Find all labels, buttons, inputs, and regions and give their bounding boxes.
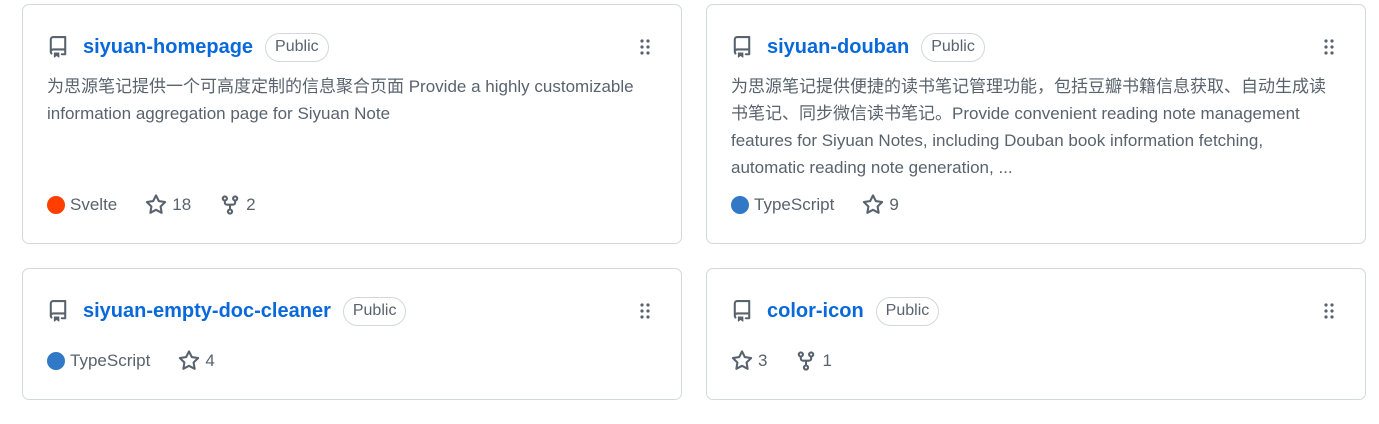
repo-icon [47,36,69,58]
repo-meta: 3 1 [731,350,860,372]
repo-icon [47,300,69,322]
repo-description: 为思源笔记提供便捷的读书笔记管理功能，包括豆瓣书籍信息获取、自动生成读书笔记、同… [731,77,1326,177]
forks-link[interactable]: 2 [219,194,256,216]
repo-description: 为思源笔记提供一个可高度定制的信息聚合页面 Provide a highly c… [47,77,634,123]
grabber-icon[interactable] [1323,38,1335,56]
repo-name-link[interactable]: siyuan-homepage [83,36,253,59]
star-icon [862,194,884,216]
visibility-badge: Public [875,296,940,326]
language-label: TypeScript [754,195,835,214]
repo-language: TypeScript [47,351,150,371]
repo-icon [731,300,753,322]
language-color-dot [731,196,749,214]
pinned-repo-card: siyuan-douban Public 为思源笔记提供便捷的读书笔记管理功能，… [706,4,1366,244]
repo-card-header: siyuan-homepage Public [47,32,329,62]
stargazers-link[interactable]: 4 [178,350,215,372]
pinned-repo-card: color-icon Public 3 1 [706,268,1366,400]
repo-meta: Svelte 18 2 [47,194,284,216]
star-count: 3 [758,351,768,370]
repo-card-header: color-icon Public [731,296,940,326]
star-icon [145,194,167,216]
repo-card-header: siyuan-empty-doc-cleaner Public [47,296,407,326]
fork-icon [795,350,817,372]
grabber-icon[interactable] [1323,302,1335,320]
repo-language: TypeScript [731,195,834,215]
star-count: 4 [205,351,215,370]
visibility-badge: Public [921,32,985,62]
visibility-badge: Public [265,32,329,62]
repo-icon [731,36,753,58]
repo-name-link[interactable]: siyuan-empty-doc-cleaner [83,300,331,323]
star-icon [731,350,753,372]
repo-meta: TypeScript 4 [47,350,243,372]
visibility-badge: Public [342,296,407,326]
fork-count: 2 [246,195,256,214]
repo-name-link[interactable]: siyuan-douban [767,36,909,59]
star-count: 18 [172,195,192,214]
language-label: Svelte [70,195,118,214]
forks-link[interactable]: 1 [795,350,832,372]
stargazers-link[interactable]: 18 [145,194,191,216]
star-icon [178,350,200,372]
fork-count: 1 [822,351,832,370]
stargazers-link[interactable]: 3 [731,350,767,372]
pinned-repo-card: siyuan-homepage Public 为思源笔记提供一个可高度定制的信息… [22,4,682,244]
repo-language: Svelte [47,195,117,215]
language-color-dot [47,352,65,370]
language-color-dot [47,196,65,214]
stargazers-link[interactable]: 9 [862,194,899,216]
fork-icon [219,194,241,216]
repo-card-header: siyuan-douban Public [731,32,985,62]
pinned-repo-card: siyuan-empty-doc-cleaner Public TypeScri… [22,268,682,400]
grabber-icon[interactable] [639,38,651,56]
star-count: 9 [889,195,899,214]
language-label: TypeScript [70,351,151,370]
repo-name-link[interactable]: color-icon [767,300,864,323]
grabber-icon[interactable] [639,302,651,320]
repo-meta: TypeScript 9 [731,194,927,216]
